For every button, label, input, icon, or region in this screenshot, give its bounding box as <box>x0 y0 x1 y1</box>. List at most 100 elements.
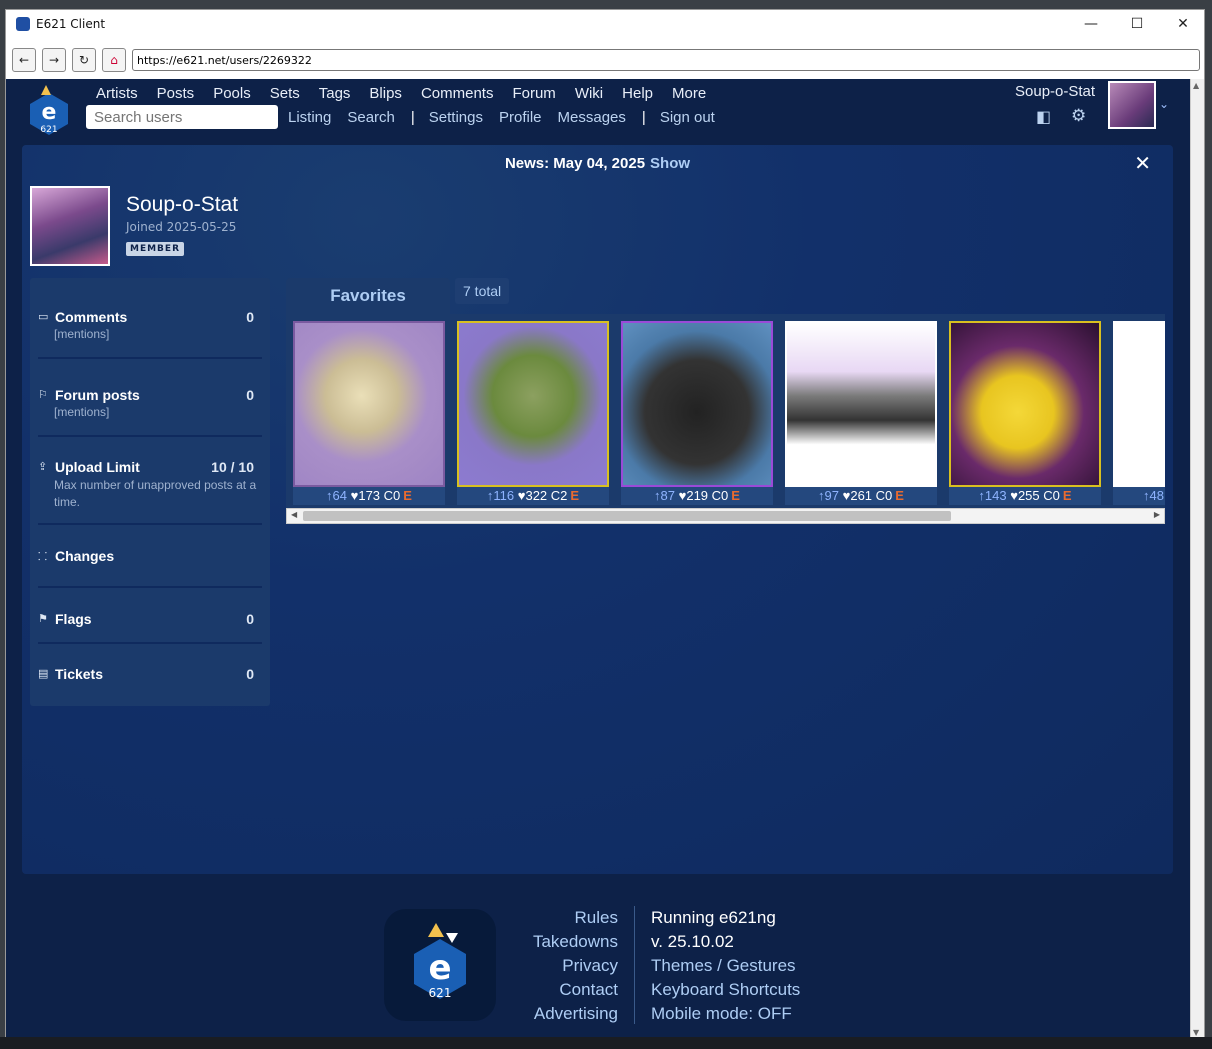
favorite-post[interactable]: ↑143 ♥255 C0 E <box>949 321 1101 505</box>
gear-icon[interactable]: ⚙ <box>1071 106 1091 126</box>
themes-gestures-link[interactable]: Themes / Gestures <box>651 954 800 978</box>
post-thumbnail[interactable] <box>293 321 445 487</box>
subnav-separator: | <box>410 109 415 126</box>
profile-name: Soup-o-Stat <box>126 193 239 216</box>
scroll-left-icon[interactable]: ◀ <box>291 510 297 519</box>
stat-upload-limit[interactable]: ⇪ Upload Limit 10 / 10 Max number of una… <box>38 459 262 525</box>
comment-icon: ▭ <box>38 310 49 323</box>
footer-contact-link[interactable]: Contact <box>446 978 618 1002</box>
stat-label[interactable]: Flags <box>55 611 92 627</box>
flag-icon: ⚑ <box>38 612 48 625</box>
stat-count: 0 <box>246 309 254 325</box>
current-username[interactable]: Soup-o-Stat <box>1015 83 1095 100</box>
subnav-separator: | <box>641 109 646 126</box>
nav-tags[interactable]: Tags <box>319 85 351 102</box>
post-thumbnail[interactable] <box>785 321 937 487</box>
favorites-total[interactable]: 7 total <box>455 278 510 304</box>
mentions-link[interactable]: [mentions] <box>54 405 109 419</box>
favorite-post[interactable]: ↑116 ♥322 C2 E <box>457 321 609 505</box>
app-icon <box>16 17 30 31</box>
reload-button[interactable]: ↻ <box>72 48 96 72</box>
stat-changes[interactable]: ⸬ Changes <box>38 548 262 588</box>
footer-info: Running e621ng v. 25.10.02 Themes / Gest… <box>651 906 800 1026</box>
vertical-scrollbar[interactable]: ▲ ▼ <box>1190 79 1204 1038</box>
version-label[interactable]: v. 25.10.02 <box>651 930 800 954</box>
forward-button[interactable]: → <box>42 48 66 72</box>
nav-pools[interactable]: Pools <box>213 85 251 102</box>
news-show-link[interactable]: Show <box>650 155 690 172</box>
scroll-up-icon[interactable]: ▲ <box>1193 81 1199 90</box>
search-users-input[interactable] <box>86 105 278 129</box>
post-stats: ↑97 ♥261 C0 E <box>785 487 937 505</box>
avatar[interactable] <box>1108 81 1156 129</box>
close-icon[interactable]: ✕ <box>1134 151 1151 175</box>
post-thumbnail[interactable] <box>1113 321 1165 487</box>
scroll-right-icon[interactable]: ▶ <box>1154 510 1160 519</box>
changes-icon: ⸬ <box>38 550 48 563</box>
home-icon[interactable]: ⌂ <box>102 48 126 72</box>
post-stats: ↑87 ♥219 C0 E <box>621 487 773 505</box>
post-stats: ↑143 ♥255 C0 E <box>949 487 1101 505</box>
nav-forum[interactable]: Forum <box>512 85 555 102</box>
post-thumbnail[interactable] <box>457 321 609 487</box>
favorite-post[interactable]: ↑87 ♥219 C0 E <box>621 321 773 505</box>
favorite-post[interactable]: ↑97 ♥261 C0 E <box>785 321 937 505</box>
page-content: e 621 Artists Posts Pools Sets Tags Blip… <box>6 79 1192 1038</box>
footer-rules-link[interactable]: Rules <box>446 906 618 930</box>
stat-label[interactable]: Tickets <box>55 666 103 682</box>
keyboard-shortcuts-link[interactable]: Keyboard Shortcuts <box>651 978 800 1002</box>
subnav-sign-out[interactable]: Sign out <box>660 109 715 126</box>
nav-wiki[interactable]: Wiki <box>575 85 603 102</box>
stat-label[interactable]: Forum posts <box>55 387 140 403</box>
stat-label[interactable]: Upload Limit <box>55 459 140 475</box>
nav-blips[interactable]: Blips <box>369 85 402 102</box>
main-panel: News: May 04, 2025 Show ✕ Soup-o-Stat Jo… <box>22 145 1173 874</box>
nav-more[interactable]: More <box>672 85 706 102</box>
back-button[interactable]: ← <box>12 48 36 72</box>
subnav-listing[interactable]: Listing <box>288 109 331 126</box>
horizontal-scrollbar[interactable]: ◀ ▶ <box>286 508 1165 524</box>
stat-count: 0 <box>246 666 254 682</box>
nav-help[interactable]: Help <box>622 85 653 102</box>
subnav-search[interactable]: Search <box>347 109 395 126</box>
chevron-down-icon[interactable]: ⌄ <box>1159 97 1169 111</box>
title-bar: E621 Client — ☐ ✕ <box>6 10 1204 38</box>
app-window: E621 Client — ☐ ✕ ← → ↻ ⌂ e 621 Artists … <box>5 9 1205 1039</box>
footer-takedowns-link[interactable]: Takedowns <box>446 930 618 954</box>
stat-tickets[interactable]: ▤ Tickets 0 <box>38 666 262 696</box>
scrollbar-thumb[interactable] <box>303 511 951 521</box>
member-badge: MEMBER <box>126 242 184 256</box>
theme-icon[interactable]: ◧ <box>1036 107 1056 127</box>
e621-logo-icon[interactable]: e 621 <box>24 85 74 137</box>
sub-nav: Listing Search | Settings Profile Messag… <box>288 109 731 126</box>
close-button[interactable]: ✕ <box>1160 10 1204 38</box>
post-thumbnail[interactable] <box>621 321 773 487</box>
stat-label[interactable]: Comments <box>55 309 127 325</box>
stat-comments[interactable]: ▭ Comments 0 [mentions] <box>38 309 262 359</box>
url-input[interactable] <box>132 49 1200 71</box>
post-stats: ↑116 ♥322 C2 E <box>457 487 609 505</box>
subnav-settings[interactable]: Settings <box>429 109 483 126</box>
mobile-mode-toggle[interactable]: Mobile mode: OFF <box>651 1002 800 1026</box>
favorite-post[interactable]: ↑64 ♥173 C0 E <box>293 321 445 505</box>
stat-forum-posts[interactable]: ⚐ Forum posts 0 [mentions] <box>38 387 262 437</box>
footer-privacy-link[interactable]: Privacy <box>446 954 618 978</box>
minimize-button[interactable]: — <box>1068 10 1114 38</box>
favorites-tab[interactable]: Favorites <box>286 278 450 314</box>
subnav-profile[interactable]: Profile <box>499 109 542 126</box>
mentions-link[interactable]: [mentions] <box>54 327 109 341</box>
maximize-button[interactable]: ☐ <box>1114 10 1160 38</box>
subnav-messages[interactable]: Messages <box>558 109 626 126</box>
nav-artists[interactable]: Artists <box>96 85 138 102</box>
stat-flags[interactable]: ⚑ Flags 0 <box>38 611 262 644</box>
nav-sets[interactable]: Sets <box>270 85 300 102</box>
nav-posts[interactable]: Posts <box>157 85 195 102</box>
svg-text:621: 621 <box>40 125 57 135</box>
scroll-down-icon[interactable]: ▼ <box>1193 1028 1199 1037</box>
footer-advertising-link[interactable]: Advertising <box>446 1002 618 1026</box>
stat-label[interactable]: Changes <box>55 548 114 564</box>
nav-comments[interactable]: Comments <box>421 85 494 102</box>
address-bar: ← → ↻ ⌂ <box>6 46 1204 74</box>
favorite-post[interactable]: ↑48 <box>1113 321 1165 505</box>
post-thumbnail[interactable] <box>949 321 1101 487</box>
